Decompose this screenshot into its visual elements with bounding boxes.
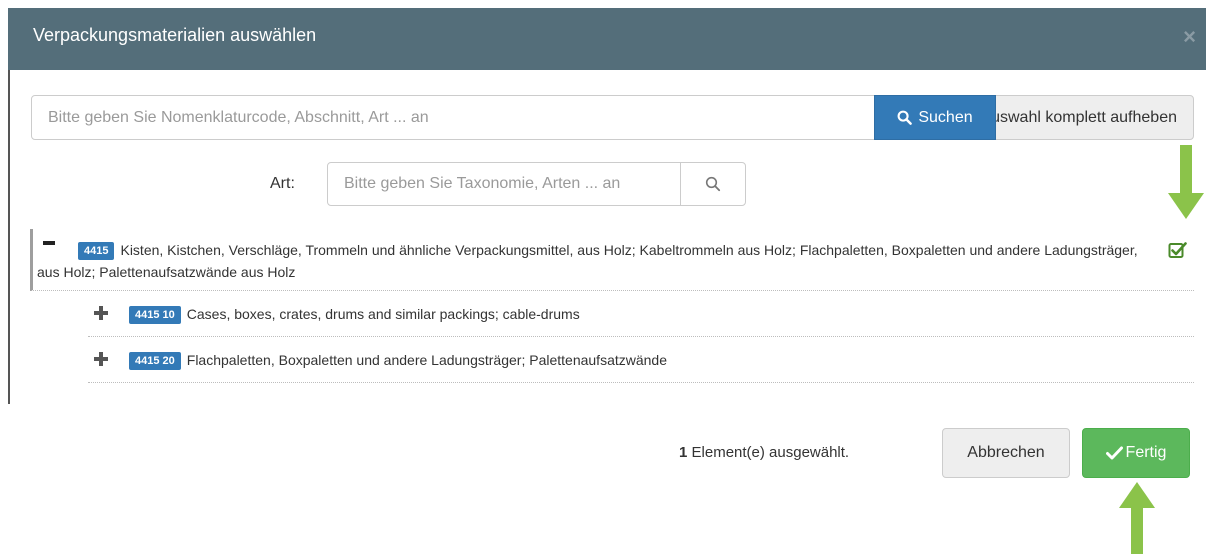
done-button-label: Fertig xyxy=(1125,444,1167,461)
tree-parent-label: Kisten, Kistchen, Verschläge, Trommeln u… xyxy=(37,242,1138,280)
search-input[interactable] xyxy=(31,95,891,140)
checkbox-checked-icon[interactable] xyxy=(1168,240,1188,260)
done-button[interactable]: Fertig xyxy=(1082,428,1190,478)
annotation-arrow-down-icon xyxy=(1168,145,1204,219)
modal-header: Verpackungsmaterialien auswählen × xyxy=(8,8,1206,70)
tree-child-item: 4415 10 Cases, boxes, crates, drums and s… xyxy=(88,291,1194,337)
search-button[interactable]: Suchen xyxy=(874,95,996,140)
modal-title: Verpackungsmaterialien auswählen xyxy=(33,25,317,45)
tree-child-text: 4415 20 Flachpaletten, Boxpaletten und an… xyxy=(129,349,667,371)
tree-child-text: 4415 10 Cases, boxes, crates, drums and s… xyxy=(129,303,580,325)
search-icon xyxy=(897,110,913,125)
tree-parent-text: 4415 Kisten, Kistchen, Verschläge, Tromme… xyxy=(37,239,1157,283)
clear-selection-label: Auswahl komplett aufheben xyxy=(983,108,1177,126)
expand-icon[interactable] xyxy=(94,352,108,366)
modal-left-border xyxy=(8,70,10,404)
expand-icon[interactable] xyxy=(94,306,108,320)
art-label: Art: xyxy=(270,175,295,192)
tree-child-label: Cases, boxes, crates, drums and similar … xyxy=(186,306,580,322)
code-badge: 4415 20 xyxy=(129,352,181,370)
selection-status: 1 Element(e) ausgewählt. xyxy=(679,444,849,461)
close-icon[interactable]: × xyxy=(1183,26,1196,48)
search-icon xyxy=(705,176,721,192)
selected-count: 1 xyxy=(679,444,688,461)
cancel-button[interactable]: Abbrechen xyxy=(942,428,1070,478)
art-input[interactable] xyxy=(327,162,681,206)
code-badge: 4415 10 xyxy=(129,306,181,324)
clear-selection-button[interactable]: Auswahl komplett aufheben xyxy=(983,95,1194,140)
annotation-arrow-up-icon xyxy=(1119,482,1155,554)
tree-child-item: 4415 20 Flachpaletten, Boxpaletten und an… xyxy=(88,337,1194,383)
code-badge: 4415 xyxy=(78,242,115,260)
art-search-button[interactable] xyxy=(680,162,746,206)
selected-text: Element(e) ausgewählt. xyxy=(691,444,850,461)
search-bar: Auswahl komplett aufheben Suchen xyxy=(31,95,1194,140)
search-button-label: Suchen xyxy=(918,108,973,126)
tree-parent-item: 4415 Kisten, Kistchen, Verschläge, Tromme… xyxy=(30,229,1194,291)
checkmark-icon xyxy=(1105,446,1123,460)
tree-child-label: Flachpaletten, Boxpaletten und andere La… xyxy=(186,352,667,368)
